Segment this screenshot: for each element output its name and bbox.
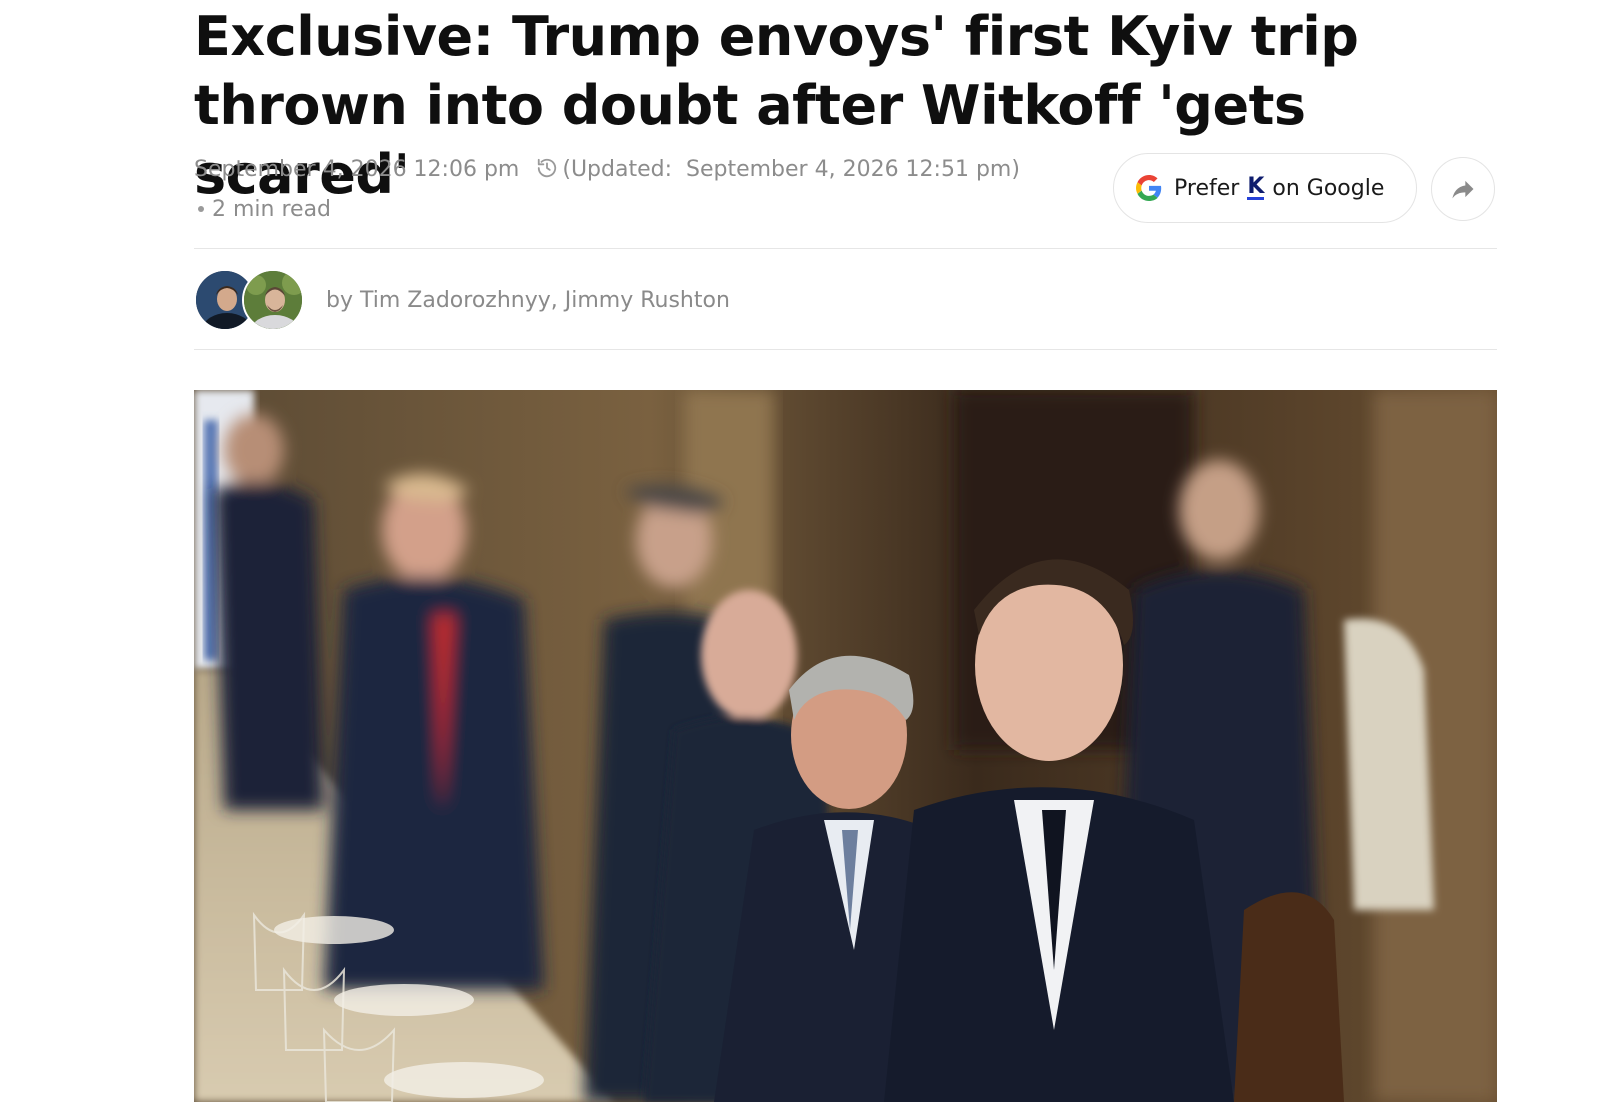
byline-divider [194, 349, 1497, 350]
hero-photo-illustration [194, 390, 1497, 1102]
hero-image [194, 390, 1497, 1102]
prefer-on-google-button[interactable]: Prefer K on Google [1113, 153, 1417, 223]
share-arrow-icon [1452, 180, 1474, 199]
on-google-label: on Google [1272, 175, 1385, 201]
byline-authors: by Tim Zadorozhnyy, Jimmy Rushton [326, 287, 730, 313]
avatar-portrait-2 [244, 271, 302, 329]
prefer-label: Prefer [1174, 175, 1240, 201]
history-clock-icon [538, 158, 557, 178]
kyiv-independent-logo: K [1247, 173, 1265, 200]
author-avatar-2[interactable] [242, 269, 304, 331]
read-time: 2 min read [212, 197, 332, 222]
bullet-dot [198, 206, 204, 212]
updated-label: (Updated: [562, 157, 672, 182]
meta-divider [194, 248, 1497, 249]
article-meta: September 4, 2026 12:06 pm (Updated: Sep… [194, 150, 1074, 230]
byline: by Tim Zadorozhnyy, Jimmy Rushton [194, 268, 730, 332]
google-g-icon [1136, 175, 1162, 201]
published-date: September 4, 2026 12:06 pm [194, 157, 520, 182]
updated-date: September 4, 2026 12:51 pm) [686, 157, 1020, 182]
share-button[interactable] [1431, 157, 1495, 221]
